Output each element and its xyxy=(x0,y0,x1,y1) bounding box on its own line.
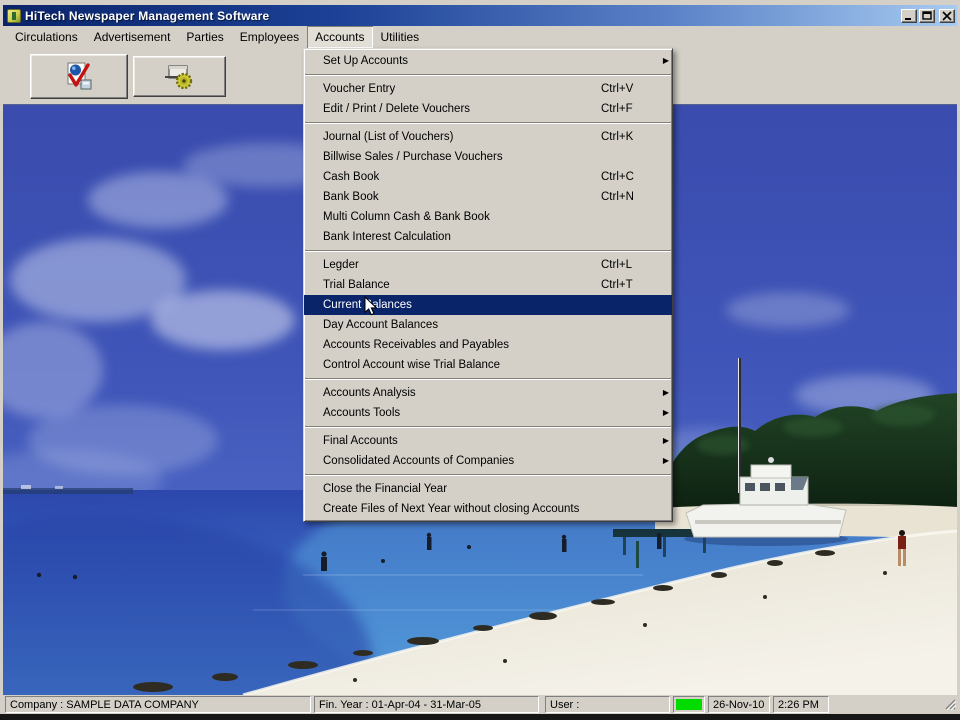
menu-item-shortcut: Ctrl+V xyxy=(601,83,634,95)
minimize-icon xyxy=(905,17,911,20)
menu-separator xyxy=(305,474,671,476)
document-check-icon xyxy=(67,62,92,89)
accounts-menu-item-consolidated-accounts-of-companies[interactable]: Consolidated Accounts of Companies ▶ xyxy=(304,451,672,471)
menu-item-label: Accounts Tools xyxy=(323,407,401,419)
status-fin-year: Fin. Year : 01-Apr-04 - 31-Mar-05 xyxy=(314,696,539,713)
status-company: Company : SAMPLE DATA COMPANY xyxy=(5,696,311,713)
window-controls xyxy=(901,8,955,23)
submenu-arrow-icon: ▶ xyxy=(662,56,669,65)
accounts-menu-item-bank-book[interactable]: Bank Book Ctrl+N xyxy=(304,187,672,207)
accounts-menu-item-day-account-balances[interactable]: Day Account Balances xyxy=(304,315,672,335)
menu-item-label: Multi Column Cash & Bank Book xyxy=(323,211,490,223)
voucher-entry-toolbar-button[interactable] xyxy=(30,54,128,99)
menu-item-shortcut: Ctrl+F xyxy=(601,103,633,115)
accounts-menu-item-close-the-financial-year[interactable]: Close the Financial Year xyxy=(304,479,672,499)
accounts-menu-item-accounts-tools[interactable]: Accounts Tools ▶ xyxy=(304,403,672,423)
accounts-menu-item-accounts-analysis[interactable]: Accounts Analysis ▶ xyxy=(304,383,672,403)
menu-separator xyxy=(305,250,671,252)
menu-item-shortcut: Ctrl+T xyxy=(601,279,633,291)
menubar-item-accounts[interactable]: Accounts xyxy=(307,26,373,48)
status-date: 26-Nov-10 xyxy=(708,696,770,713)
accounts-menu-item-set-up-accounts[interactable]: Set Up Accounts ▶ xyxy=(304,51,672,71)
menu-item-label: Final Accounts xyxy=(323,435,398,447)
window-title: HiTech Newspaper Management Software xyxy=(25,8,270,23)
menu-item-label: Trial Balance xyxy=(323,279,390,291)
close-button[interactable] xyxy=(939,8,955,23)
menu-separator xyxy=(305,378,671,380)
menu-item-label: Journal (List of Vouchers) xyxy=(323,131,454,143)
menu-item-shortcut: Ctrl+L xyxy=(601,259,632,271)
menu-item-label: Accounts Receivables and Payables xyxy=(323,339,510,351)
accounts-menu-item-cash-book[interactable]: Cash Book Ctrl+C xyxy=(304,167,672,187)
menu-item-label: Billwise Sales / Purchase Vouchers xyxy=(323,151,503,163)
accounts-menu-item-final-accounts[interactable]: Final Accounts ▶ xyxy=(304,431,672,451)
minimize-button[interactable] xyxy=(901,8,917,23)
submenu-arrow-icon: ▶ xyxy=(662,388,669,397)
status-time: 2:26 PM xyxy=(773,696,829,713)
menu-item-label: Close the Financial Year xyxy=(323,483,448,495)
menu-item-label: Edit / Print / Delete Vouchers xyxy=(323,103,471,115)
window-bottom-edge xyxy=(0,714,960,720)
maximize-button[interactable] xyxy=(919,8,935,23)
menu-item-label: Control Account wise Trial Balance xyxy=(323,359,501,371)
mouse-cursor xyxy=(364,295,379,322)
menubar-item-circulations[interactable]: Circulations xyxy=(7,26,86,48)
menubar-item-employees[interactable]: Employees xyxy=(232,26,307,48)
menu-item-label: Create Files of Next Year without closin… xyxy=(323,503,580,515)
status-bar: Company : SAMPLE DATA COMPANY Fin. Year … xyxy=(3,695,957,714)
resize-grip[interactable] xyxy=(944,698,957,713)
submenu-arrow-icon: ▶ xyxy=(662,436,669,445)
accounts-menu-item-journal-list-of-vouchers[interactable]: Journal (List of Vouchers) Ctrl+K xyxy=(304,127,672,147)
status-user: User : xyxy=(545,696,670,713)
menu-separator xyxy=(305,426,671,428)
accounts-menu-item-create-files-of-next-year-without-closing-accounts[interactable]: Create Files of Next Year without closin… xyxy=(304,499,672,519)
menu-item-label: Accounts Analysis xyxy=(323,387,416,399)
accounts-menu-item-control-account-wise-trial-balance[interactable]: Control Account wise Trial Balance xyxy=(304,355,672,375)
accounts-menu-item-billwise-sales-purchase-vouchers[interactable]: Billwise Sales / Purchase Vouchers xyxy=(304,147,672,167)
menu-item-shortcut: Ctrl+N xyxy=(601,191,634,203)
accounts-menu-item-voucher-entry[interactable]: Voucher Entry Ctrl+V xyxy=(304,79,672,99)
window-gear-icon xyxy=(164,64,192,89)
menu-item-shortcut: Ctrl+K xyxy=(601,131,634,143)
accounts-menu-item-current-balances[interactable]: Current Balances xyxy=(304,295,672,315)
menu-item-label: Bank Book xyxy=(323,191,379,203)
menu-item-label: Voucher Entry xyxy=(323,83,396,95)
accounts-menu-item-accounts-receivables-and-payables[interactable]: Accounts Receivables and Payables xyxy=(304,335,672,355)
close-icon xyxy=(942,10,952,21)
app-icon xyxy=(7,8,21,23)
accounts-menu: Set Up Accounts ▶ Voucher Entry Ctrl+V Edit … xyxy=(303,48,673,522)
menu-bar: Circulations Advertisement Parties Employee… xyxy=(3,26,957,48)
title-bar: HiTech Newspaper Management Software xyxy=(3,5,957,26)
accounts-menu-item-trial-balance[interactable]: Trial Balance Ctrl+T xyxy=(304,275,672,295)
app-window: HiTech Newspaper Management Software Cir… xyxy=(0,0,960,720)
menubar-item-utilities[interactable]: Utilities xyxy=(373,26,428,48)
menu-item-label: Set Up Accounts xyxy=(323,55,409,67)
exit-toolbar-button[interactable] xyxy=(133,56,226,97)
submenu-arrow-icon: ▶ xyxy=(662,456,669,465)
menu-separator xyxy=(305,74,671,76)
menu-item-label: Cash Book xyxy=(323,171,380,183)
maximize-icon xyxy=(922,10,932,20)
menubar-item-parties[interactable]: Parties xyxy=(178,26,231,48)
accounts-menu-item-bank-interest-calculation[interactable]: Bank Interest Calculation xyxy=(304,227,672,247)
menu-item-label: Day Account Balances xyxy=(323,319,439,331)
menu-item-shortcut: Ctrl+C xyxy=(601,171,634,183)
status-led xyxy=(676,699,702,710)
menu-item-label: Consolidated Accounts of Companies xyxy=(323,455,515,467)
menubar-item-advertisement[interactable]: Advertisement xyxy=(86,26,179,48)
submenu-arrow-icon: ▶ xyxy=(662,408,669,417)
status-indicator-panel xyxy=(673,696,705,713)
accounts-menu-item-multi-column-cash-bank-book[interactable]: Multi Column Cash & Bank Book xyxy=(304,207,672,227)
accounts-menu-item-legder[interactable]: Legder Ctrl+L xyxy=(304,255,672,275)
menu-item-label: Bank Interest Calculation xyxy=(323,231,451,243)
menu-item-label: Legder xyxy=(323,259,359,271)
accounts-menu-item-edit-print-delete-vouchers[interactable]: Edit / Print / Delete Vouchers Ctrl+F xyxy=(304,99,672,119)
menu-separator xyxy=(305,122,671,124)
